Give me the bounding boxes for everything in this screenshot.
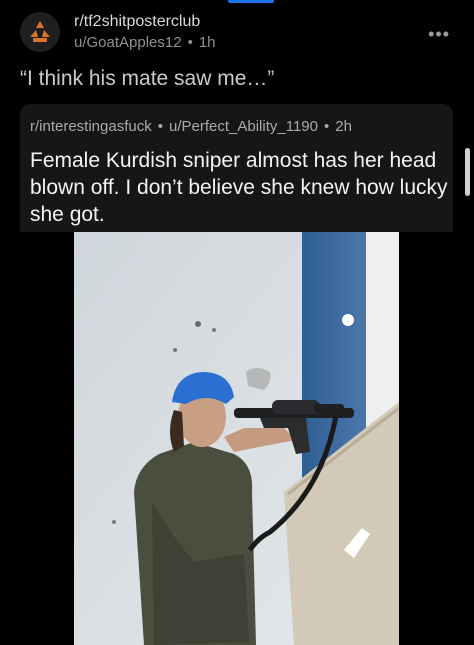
post-title: “I think his mate saw me…” <box>20 67 275 90</box>
more-options-icon[interactable]: ••• <box>428 24 450 45</box>
subreddit-name[interactable]: r/tf2shitposterclub <box>74 13 200 31</box>
active-tab-indicator <box>228 0 274 3</box>
scrollbar[interactable] <box>465 148 470 196</box>
sniper-photo <box>74 232 399 645</box>
crosspost-title: Female Kurdish sniper almost has her hea… <box>30 149 448 226</box>
post-meta: u/GoatApples12 • 1h <box>74 34 216 51</box>
meta-separator: • <box>187 34 193 51</box>
crosspost-author[interactable]: u/Perfect_Ability_1190 <box>169 118 318 135</box>
crosspost-subreddit[interactable]: r/interestingasfuck <box>30 118 152 135</box>
post-header: r/tf2shitposterclub u/GoatApples12 • 1h ••… <box>20 10 474 54</box>
meta-separator: • <box>323 118 330 135</box>
post-age: 1h <box>198 34 216 51</box>
tf2-logo-icon[interactable] <box>20 12 60 52</box>
crosspost-media[interactable] <box>20 232 453 645</box>
crosspost-age: 2h <box>335 118 352 135</box>
crosspost-meta: r/interestingasfuck • u/Perfect_Ability_11… <box>30 118 352 135</box>
crosspost-card[interactable]: r/interestingasfuck • u/Perfect_Ability_11… <box>20 104 453 645</box>
author-name[interactable]: u/GoatApples12 <box>74 34 182 51</box>
meta-separator: • <box>157 118 163 135</box>
